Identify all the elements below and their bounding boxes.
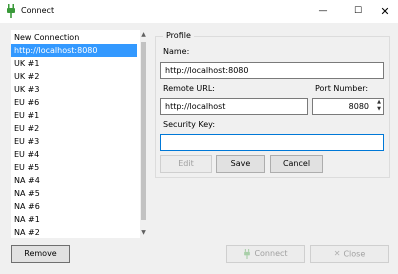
cancel-button[interactable]: Cancel <box>270 155 323 173</box>
list-item[interactable]: EU #4 <box>11 148 137 161</box>
list-item[interactable]: http://localhost:8080 <box>11 44 137 57</box>
plug-icon <box>244 248 251 259</box>
scroll-thumb[interactable] <box>141 42 146 220</box>
list-item[interactable]: UK #2 <box>11 70 137 83</box>
list-item[interactable]: EU #1 <box>11 109 137 122</box>
spin-down-icon[interactable]: ▼ <box>375 106 383 113</box>
spin-up-icon[interactable]: ▲ <box>375 99 383 106</box>
close-icon: ✕ <box>333 249 341 258</box>
window-title: Connect <box>21 6 55 15</box>
list-scrollbar[interactable]: ▲ ▼ <box>140 30 147 238</box>
list-item[interactable]: UK #3 <box>11 83 137 96</box>
list-item[interactable]: EU #2 <box>11 122 137 135</box>
connect-label: Connect <box>254 249 288 258</box>
remote-url-label: Remote URL: <box>163 84 215 93</box>
edit-button[interactable]: Edit <box>160 155 212 173</box>
remote-url-field[interactable]: http://localhost <box>160 98 308 115</box>
list-item[interactable]: EU #3 <box>11 135 137 148</box>
name-field[interactable]: http://localhost:8080 <box>160 62 384 79</box>
connect-button[interactable]: Connect <box>226 245 305 263</box>
scroll-up-arrow-icon[interactable]: ▲ <box>140 31 147 39</box>
port-number-field[interactable]: 8080 <box>312 98 384 115</box>
plug-icon <box>7 4 15 18</box>
list-item[interactable]: UK #1 <box>11 57 137 70</box>
maximize-button[interactable]: ☐ <box>343 0 373 23</box>
list-item[interactable]: New Connection <box>11 31 137 44</box>
close-label: Close <box>343 249 366 259</box>
close-button[interactable]: ✕ Close <box>310 245 389 263</box>
list-item[interactable]: NA #6 <box>11 200 137 213</box>
list-item[interactable]: NA #5 <box>11 187 137 200</box>
scroll-down-arrow-icon[interactable]: ▼ <box>140 229 147 237</box>
save-button[interactable]: Save <box>216 155 265 173</box>
list-item[interactable]: NA #2 <box>11 226 137 238</box>
close-window-button[interactable]: ✕ <box>370 0 398 23</box>
name-label: Name: <box>163 47 190 56</box>
list-item[interactable]: EU #5 <box>11 161 137 174</box>
security-key-field[interactable] <box>160 134 384 151</box>
profile-group-title: Profile <box>163 31 194 40</box>
list-item[interactable]: NA #1 <box>11 213 137 226</box>
security-key-label: Security Key: <box>163 120 216 129</box>
list-item[interactable]: EU #6 <box>11 96 137 109</box>
connection-list[interactable]: New Connection http://localhost:8080 UK #1… <box>11 30 147 238</box>
remove-button[interactable]: Remove <box>11 245 70 263</box>
port-number-label: Port Number: <box>315 84 369 93</box>
minimize-button[interactable]: — <box>308 0 338 23</box>
list-item[interactable]: NA #4 <box>11 174 137 187</box>
title-bar: Connect — ☐ ✕ <box>0 0 398 23</box>
